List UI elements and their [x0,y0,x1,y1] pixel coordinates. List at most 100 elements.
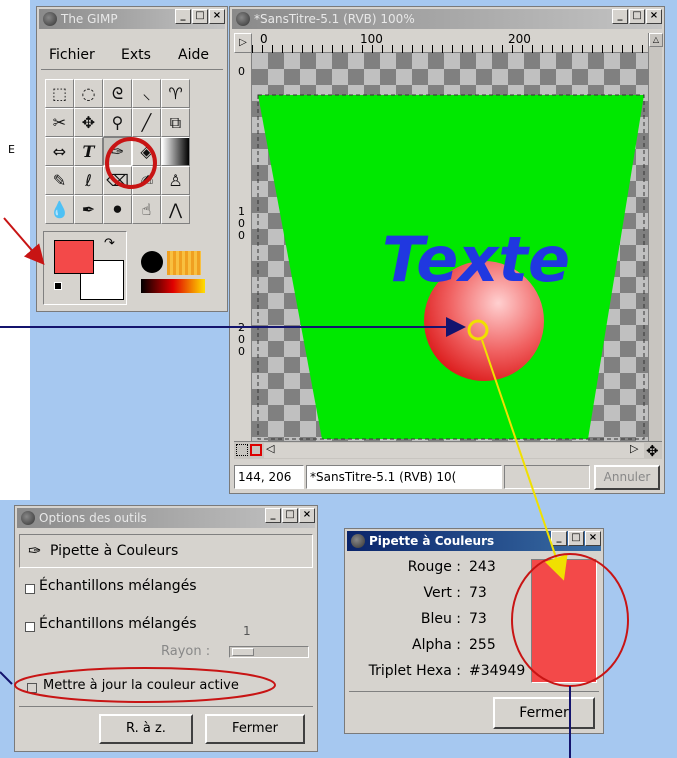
airbrush-icon[interactable]: ✍ [132,166,161,195]
gradient-icon[interactable] [161,137,190,166]
scroll-left-icon[interactable]: ◁ [266,442,274,455]
left-ruler: 0 1 0 0 2 0 0 [234,53,252,441]
ruler-left-label: 0 [238,229,245,242]
image-titlebar[interactable]: *SansTitre-5.1 (RVB) 100% [232,9,662,29]
transform-icon[interactable]: ⧉ [161,108,190,137]
sample-merged-checkbox-1[interactable] [25,584,35,594]
tool-name: Pipette à Couleurs [50,543,179,559]
color-values: Rouge : 243 Vert : 73 Bleu : 73 Alpha : … [347,553,526,689]
paintbrush-icon[interactable]: ℓ [74,166,103,195]
picker-divider [349,691,599,692]
sample-merged-checkbox-2[interactable] [25,622,35,632]
foreground-color-swatch[interactable] [54,240,94,274]
scroll-right-icon[interactable]: ▷ [630,442,638,455]
scissors-icon[interactable]: ✂ [45,108,74,137]
maximize-button[interactable]: □ [192,9,208,24]
ruler-label-100: 100 [360,32,383,46]
gimp-icon [21,511,35,525]
text-tool-icon[interactable]: T [74,137,103,166]
minimize-button[interactable]: _ [551,531,567,546]
maximize-button[interactable]: □ [282,508,298,523]
eraser-icon[interactable]: ⌫ [103,166,132,195]
status-title: *SansTitre-5.1 (RVB) 10( [306,465,502,489]
close-button[interactable]: × [646,9,662,24]
bottom-scrollbar-row: ◁ ▷ ✥ [234,441,662,460]
cancel-button[interactable]: Annuler [594,465,660,490]
brush-preview-icon[interactable] [141,251,163,273]
color-picker-icon[interactable]: ✑ [103,137,132,166]
menu-fichier[interactable]: Fichier [49,47,95,63]
dodge-burn-icon[interactable]: ⚫ [103,195,132,224]
gradient-preview[interactable] [141,279,205,293]
swap-colors-icon[interactable]: ↷ [104,236,115,251]
green-label: Vert : [423,585,461,601]
horizontal-scrollbar[interactable]: ◁ ▷ [264,442,644,458]
hex-value: #34949 [469,663,526,679]
quickmask-off-icon[interactable] [236,444,248,456]
color-area: ↷ [43,231,127,305]
ruler-left-label: 0 [238,345,245,358]
lasso-icon[interactable]: ᘓ [103,79,132,108]
rect-select-icon[interactable]: ⬚ [45,79,74,108]
measure-icon[interactable]: ⋀ [161,195,190,224]
update-active-color-checkbox[interactable] [27,683,37,693]
canvas-drawing: Texte [257,94,645,440]
red-label: Rouge : [407,559,461,575]
close-options-button[interactable]: Fermer [205,714,305,744]
navigate-icon[interactable]: ✥ [646,442,659,460]
ruler-label-200: 200 [508,32,531,46]
magnify-icon[interactable]: ⚲ [103,108,132,137]
maximize-button[interactable]: □ [629,9,645,24]
reset-button[interactable]: R. à z. [99,714,193,744]
close-button[interactable]: × [209,9,225,24]
ruler-label-0: 0 [260,32,268,46]
close-picker-button[interactable]: Fermer [493,697,595,729]
pencil-icon[interactable]: ✎ [45,166,74,195]
scroll-up-icon[interactable]: △ [649,33,663,47]
update-active-color-label: Mettre à jour la couleur active [43,678,239,693]
minimize-button[interactable]: _ [175,9,191,24]
toolbox-window: The GIMP _ □ × Fichier Exts Aide ⬚ ◌ ᘓ ⸜… [36,6,228,312]
slider-value: 1 [243,624,251,638]
image-canvas[interactable]: Texte [252,53,648,441]
bucket-fill-icon[interactable]: ◈ [132,137,161,166]
menu-exts[interactable]: Exts [121,47,151,63]
close-button[interactable]: × [585,531,601,546]
green-value: 73 [469,585,487,601]
menu-arrow-button[interactable]: ▷ [234,33,252,53]
smudge-icon[interactable]: ☝ [132,195,161,224]
gimp-icon [236,12,250,26]
clone-icon[interactable]: ♙ [161,166,190,195]
top-ruler: 0 100 200 [252,32,648,53]
maximize-button[interactable]: □ [568,531,584,546]
vertical-scrollbar[interactable]: △ [648,33,663,441]
ellipse-select-icon[interactable]: ◌ [74,79,103,108]
image-title: *SansTitre-5.1 (RVB) 100% [254,12,415,26]
color-picker-dialog: Pipette à Couleurs _ □ × Rouge : 243 Ver… [344,528,604,734]
rayon-slider[interactable] [229,646,309,658]
tool-name-frame: ✑ Pipette à Couleurs [19,534,313,568]
ruler-ticks [252,45,648,53]
canvas-text: Texte [382,223,570,296]
quickmask-on-icon[interactable] [250,444,262,456]
minimize-button[interactable]: _ [612,9,628,24]
close-button[interactable]: × [299,508,315,523]
crop-icon[interactable]: ╱ [132,108,161,137]
tool-options-window-controls: _ □ × [265,508,315,523]
default-colors-icon[interactable] [54,282,62,290]
left-page-margin [0,0,30,500]
menu-aide[interactable]: Aide [178,47,209,63]
image-window: *SansTitre-5.1 (RVB) 100% _ □ × 0 100 20… [229,6,665,494]
bezier-select-icon[interactable]: ♈ [161,79,190,108]
image-window-controls: _ □ × [612,9,662,24]
blur-icon[interactable]: 💧 [45,195,74,224]
options-divider [19,706,313,707]
slider-handle[interactable] [232,648,254,656]
flip-icon[interactable]: ⇔ [45,137,74,166]
move-icon[interactable]: ✥ [74,108,103,137]
ink-icon[interactable]: ✒ [74,195,103,224]
blue-label: Bleu : [420,611,461,627]
fuzzy-select-icon[interactable]: ⸜ [132,79,161,108]
minimize-button[interactable]: _ [265,508,281,523]
pattern-preview[interactable] [167,251,201,275]
